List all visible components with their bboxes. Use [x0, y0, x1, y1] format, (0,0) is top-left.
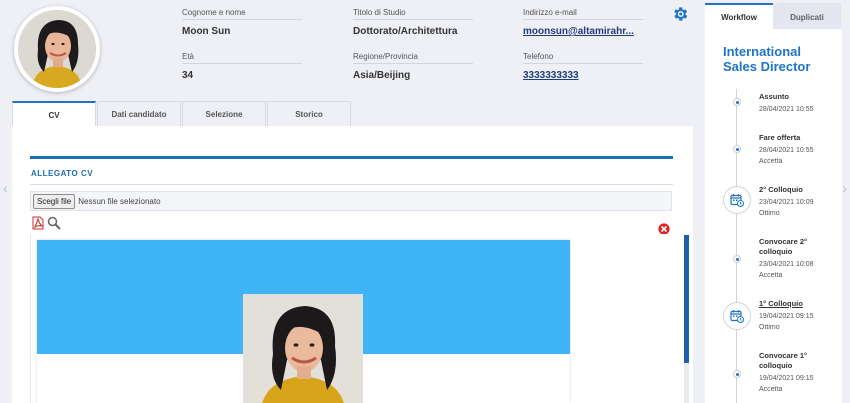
calendar-clock-icon: [730, 310, 744, 323]
job-title: International Sales Director: [723, 44, 811, 74]
previous-candidate-arrow[interactable]: ‹: [3, 180, 8, 196]
timeline-step-date: 19/04/2021 09:15: [759, 375, 814, 382]
cv-document-viewer[interactable]: [30, 234, 689, 403]
timeline-step-date: 28/04/2021 10:55: [759, 147, 814, 154]
timeline-step-status: Accetta: [759, 272, 783, 279]
workflow-panel: International Sales Director Assunto 28/…: [705, 29, 842, 403]
tab-history[interactable]: Storico: [267, 101, 351, 126]
timeline-step-status: Ottimo: [759, 324, 780, 331]
timeline-step-title: Convocare 2° colloquio: [759, 237, 808, 256]
timeline-item: Convocare 1° colloquio 19/04/2021 09:15 …: [759, 351, 839, 394]
timeline-dot: [733, 255, 741, 263]
tab-candidate-data[interactable]: Dati candidato: [97, 101, 181, 126]
timeline-step-title[interactable]: 1° Colloquio: [759, 299, 839, 309]
candidate-photo: [18, 10, 96, 88]
education-value: Dottorato/Architettura: [353, 26, 458, 37]
phone-link[interactable]: 3333333333: [523, 70, 643, 81]
gear-icon[interactable]: [671, 5, 689, 23]
timeline-dot: [733, 145, 741, 153]
timeline-item: 1° Colloquio 19/04/2021 09:15 Ottimo: [759, 299, 839, 332]
full-name-value: Moon Sun: [182, 26, 231, 37]
next-candidate-arrow[interactable]: ›: [842, 180, 847, 196]
cv-photo: [243, 294, 363, 403]
timeline-step-status: Accetta: [759, 158, 783, 165]
section-divider: [30, 184, 673, 185]
sidebar-tabs: Workflow Duplicati: [705, 3, 842, 29]
field-label: Telefono: [523, 52, 643, 64]
timeline-step-title: 2° Colloquio: [759, 185, 803, 194]
timeline-dot: [733, 370, 741, 378]
timeline-step-title: Fare offerta: [759, 133, 801, 142]
field-label: Età: [182, 52, 302, 64]
file-upload-row: Scegli file Nessun file selezionato: [30, 191, 672, 211]
section-title: ALLEGATO CV: [31, 169, 94, 178]
region-value: Asia/Beijing: [353, 70, 411, 81]
section-accent-bar: [30, 156, 673, 159]
choose-file-button[interactable]: Scegli file: [33, 193, 76, 209]
timeline-item: Assunto 28/04/2021 10:55: [759, 92, 839, 114]
timeline-step-date: 28/04/2021 10:55: [759, 106, 814, 113]
timeline-item: 2° Colloquio 23/04/2021 10:09 Ottimo: [759, 185, 839, 218]
timeline-step-status: Accetta: [759, 386, 783, 393]
timeline-step-date: 23/04/2021 10:08: [759, 261, 814, 268]
zoom-icon[interactable]: [47, 216, 61, 230]
pdf-icon[interactable]: [32, 216, 44, 230]
field-education: Titolo di Studio Dottorato/Architettura: [353, 8, 473, 37]
tab-duplicates[interactable]: Duplicati: [773, 3, 841, 29]
timeline-line: [736, 89, 737, 403]
timeline-step-date: 19/04/2021 09:15: [759, 313, 814, 320]
candidate-tabs: CV Dati candidato Selezione Storico: [12, 101, 352, 127]
tab-workflow[interactable]: Workflow: [705, 3, 773, 29]
timeline-item: Convocare 2° colloquio 23/04/2021 10:08 …: [759, 237, 839, 280]
field-email: Indirizzo e-mail moonsun@altamirahr...: [523, 8, 643, 37]
field-label: Indirizzo e-mail: [523, 8, 643, 20]
scrollbar-thumb[interactable]: [684, 235, 689, 363]
cv-document-page: [37, 240, 570, 403]
timeline-calendar-marker: [723, 302, 751, 330]
timeline-calendar-marker: [723, 186, 751, 214]
field-phone: Telefono 3333333333: [523, 52, 643, 81]
field-label: Titolo di Studio: [353, 8, 473, 20]
timeline-step-title: Assunto: [759, 92, 789, 101]
cv-panel: ALLEGATO CV Scegli file Nessun file sele…: [12, 126, 693, 403]
timeline-step-date: 23/04/2021 10:09: [759, 199, 814, 206]
field-region: Regione/Provincia Asia/Beijing: [353, 52, 473, 81]
timeline-dot: [733, 98, 741, 106]
timeline-item: Fare offerta 28/04/2021 10:55 Accetta: [759, 133, 839, 166]
viewer-scrollbar[interactable]: [684, 235, 689, 403]
tab-selection[interactable]: Selezione: [182, 101, 266, 126]
field-label: Regione/Provincia: [353, 52, 473, 64]
tab-cv[interactable]: CV: [12, 101, 96, 127]
calendar-clock-icon: [730, 194, 744, 207]
email-link[interactable]: moonsun@altamirahr...: [523, 26, 643, 37]
candidate-avatar: [14, 6, 100, 92]
timeline-step-status: Ottimo: [759, 210, 780, 217]
field-full-name: Cognome e nome Moon Sun: [182, 8, 302, 37]
field-label: Cognome e nome: [182, 8, 302, 20]
age-value: 34: [182, 70, 194, 81]
file-status-text: Nessun file selezionato: [78, 196, 161, 206]
timeline-step-title: Convocare 1° colloquio: [759, 351, 808, 370]
field-age: Età 34: [182, 52, 302, 81]
